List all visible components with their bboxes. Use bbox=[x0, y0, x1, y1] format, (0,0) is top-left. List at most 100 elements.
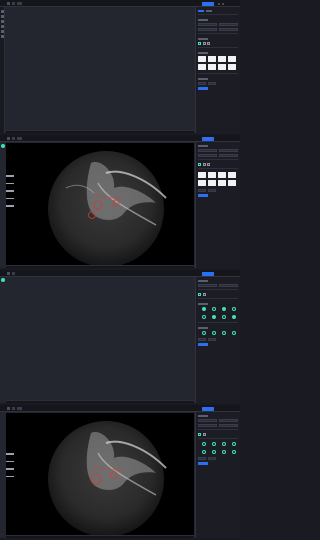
marker-option[interactable] bbox=[232, 331, 236, 335]
primary-action-button[interactable] bbox=[202, 271, 214, 276]
marker-option[interactable] bbox=[202, 307, 206, 311]
mode-chip[interactable] bbox=[198, 293, 201, 296]
value-field[interactable] bbox=[198, 338, 206, 341]
help-icon[interactable] bbox=[222, 2, 224, 5]
value-field[interactable] bbox=[208, 189, 216, 192]
mode-chip[interactable] bbox=[202, 293, 206, 296]
mode-chip[interactable] bbox=[198, 42, 201, 45]
tool-brush-icon[interactable] bbox=[1, 25, 4, 28]
panel-tab[interactable] bbox=[206, 9, 212, 12]
marker-option[interactable] bbox=[232, 450, 236, 454]
property-field[interactable] bbox=[198, 28, 217, 31]
marker-option[interactable] bbox=[222, 315, 226, 319]
mode-chip[interactable] bbox=[198, 163, 201, 166]
property-field[interactable] bbox=[198, 424, 217, 427]
tab-3[interactable] bbox=[17, 2, 22, 5]
marker-option[interactable] bbox=[222, 442, 226, 446]
layer-item[interactable] bbox=[5, 468, 14, 470]
layer-item[interactable] bbox=[5, 205, 14, 207]
canvas-area[interactable] bbox=[6, 143, 194, 267]
layer-item[interactable] bbox=[5, 182, 14, 184]
property-field[interactable] bbox=[219, 284, 238, 287]
mode-chip[interactable] bbox=[202, 163, 206, 166]
layer-item[interactable] bbox=[5, 460, 14, 462]
panel-tab-active[interactable] bbox=[198, 9, 204, 12]
layer-item[interactable] bbox=[5, 190, 14, 192]
marker-option[interactable] bbox=[202, 315, 206, 319]
mode-chip[interactable] bbox=[202, 433, 206, 436]
preset-swatch[interactable] bbox=[208, 56, 216, 62]
tab-1[interactable] bbox=[7, 2, 10, 5]
preset-swatch[interactable] bbox=[228, 56, 236, 62]
apply-button[interactable] bbox=[198, 87, 208, 90]
preset-swatch[interactable] bbox=[208, 180, 216, 186]
marker-option[interactable] bbox=[222, 307, 226, 311]
tool-eraser-icon[interactable] bbox=[1, 30, 4, 33]
tool-move-icon[interactable] bbox=[1, 15, 4, 18]
tool-select-icon[interactable] bbox=[1, 10, 4, 13]
preset-swatch[interactable] bbox=[198, 64, 206, 70]
canvas-area[interactable] bbox=[6, 8, 194, 131]
canvas-area[interactable] bbox=[6, 413, 194, 537]
layer-item[interactable] bbox=[5, 453, 14, 455]
preset-swatch[interactable] bbox=[208, 172, 216, 178]
tab-2[interactable] bbox=[12, 137, 15, 140]
property-field[interactable] bbox=[198, 149, 217, 152]
value-field[interactable] bbox=[208, 457, 216, 460]
value-field[interactable] bbox=[198, 457, 206, 460]
primary-action-button[interactable] bbox=[202, 406, 214, 411]
value-field[interactable] bbox=[198, 189, 206, 192]
tab-2[interactable] bbox=[12, 2, 15, 5]
tab-3[interactable] bbox=[17, 137, 22, 140]
preset-swatch[interactable] bbox=[218, 64, 226, 70]
mode-chip[interactable] bbox=[207, 42, 210, 45]
property-field[interactable] bbox=[198, 23, 217, 26]
property-field[interactable] bbox=[198, 154, 217, 157]
property-field[interactable] bbox=[198, 419, 217, 422]
value-field[interactable] bbox=[198, 82, 206, 85]
marker-option[interactable] bbox=[212, 331, 216, 335]
tool-crop-icon[interactable] bbox=[1, 20, 4, 23]
preset-swatch[interactable] bbox=[198, 56, 206, 62]
apply-button[interactable] bbox=[198, 194, 208, 197]
preset-swatch[interactable] bbox=[218, 56, 226, 62]
apply-button[interactable] bbox=[198, 462, 208, 465]
preset-swatch[interactable] bbox=[198, 172, 206, 178]
value-field[interactable] bbox=[208, 82, 216, 85]
property-field[interactable] bbox=[198, 284, 217, 287]
canvas-area[interactable] bbox=[6, 278, 194, 401]
primary-action-button[interactable] bbox=[202, 1, 214, 6]
marker-option[interactable] bbox=[212, 442, 216, 446]
mode-chip[interactable] bbox=[207, 163, 210, 166]
preset-swatch[interactable] bbox=[218, 180, 226, 186]
marker-option[interactable] bbox=[202, 450, 206, 454]
preset-swatch[interactable] bbox=[218, 172, 226, 178]
tool-text-icon[interactable] bbox=[1, 35, 4, 38]
property-field[interactable] bbox=[219, 23, 238, 26]
preset-swatch[interactable] bbox=[228, 64, 236, 70]
mode-chip[interactable] bbox=[198, 433, 201, 436]
marker-option[interactable] bbox=[202, 442, 206, 446]
tab-2[interactable] bbox=[12, 407, 15, 410]
layer-item[interactable] bbox=[5, 175, 14, 177]
tab-1[interactable] bbox=[7, 272, 10, 275]
marker-option[interactable] bbox=[222, 450, 226, 454]
preset-swatch[interactable] bbox=[208, 64, 216, 70]
preset-swatch[interactable] bbox=[228, 172, 236, 178]
layer-item[interactable] bbox=[5, 475, 14, 477]
property-field[interactable] bbox=[219, 28, 238, 31]
marker-option[interactable] bbox=[212, 315, 216, 319]
apply-button[interactable] bbox=[198, 343, 208, 346]
property-field[interactable] bbox=[219, 424, 238, 427]
primary-action-button[interactable] bbox=[202, 136, 214, 141]
tab-1[interactable] bbox=[7, 407, 10, 410]
marker-option[interactable] bbox=[232, 442, 236, 446]
value-field[interactable] bbox=[208, 338, 216, 341]
tab-1[interactable] bbox=[7, 137, 10, 140]
property-field[interactable] bbox=[219, 419, 238, 422]
preset-swatch[interactable] bbox=[198, 180, 206, 186]
property-field[interactable] bbox=[219, 149, 238, 152]
marker-option[interactable] bbox=[212, 450, 216, 454]
marker-option[interactable] bbox=[222, 331, 226, 335]
tab-2[interactable] bbox=[12, 272, 15, 275]
